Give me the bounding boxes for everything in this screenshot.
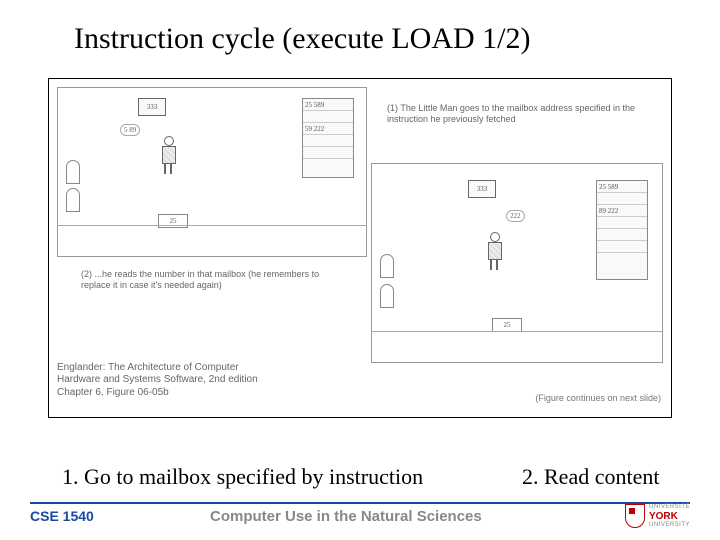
calculator-display: 333 [138,98,166,116]
mailbox-slot [303,135,353,147]
figure-citation: Englander: The Architecture of Computer … [57,362,258,400]
figure-continues-note: (Figure continues on next slide) [535,393,661,403]
mailbox-wall: 25 589 89 222 [596,180,648,280]
panel-step-2: 333 222 25 589 89 222 25 [371,163,663,363]
mailbox-slot: 59 222 [303,123,353,135]
slide-title: Instruction cycle (execute LOAD 1/2) [74,22,531,56]
door-icon [66,188,80,212]
annotation-text: The Little Man goes to the mailbox addre… [387,103,635,124]
annotation-number: (2) [81,269,92,279]
step-2-annotation: (2) ...he reads the number in that mailb… [81,269,331,291]
mailbox-slot [597,193,647,205]
mailbox-slot [597,217,647,229]
caption-step-2: 2. Read content [522,464,659,490]
citation-line: Chapter 6, Figure 06-05b [57,387,258,400]
course-title: Computer Use in the Natural Sciences [210,508,482,525]
mailbox-slot: 25 589 [303,99,353,111]
mailbox-slot: 25 589 [597,181,647,193]
york-logo-text: UNIVERSITÉ YORK UNIVERSITY [649,504,690,528]
mailbox-slot [597,229,647,241]
mailbox-slot: 89 222 [597,205,647,217]
figure-area: 333 5 89 25 589 59 222 25 (1) The Little… [48,78,672,418]
step-1-annotation: (1) The Little Man goes to the mailbox a… [387,103,647,125]
door-icon [380,254,394,278]
slide-footer: CSE 1540 Computer Use in the Natural Sci… [0,502,720,540]
door-icon [380,284,394,308]
mailbox-wall: 25 589 59 222 [302,98,354,178]
annotation-text: ...he reads the number in that mailbox (… [81,269,319,290]
york-shield-icon [625,504,645,528]
floor-line [58,225,366,226]
logo-university: UNIVERSITY [649,522,690,529]
annotation-number: (1) [387,103,398,113]
floor-line [372,331,662,332]
little-man-icon [156,136,182,176]
location-counter: 25 [492,318,522,332]
mailbox-slot [303,147,353,159]
york-logo: UNIVERSITÉ YORK UNIVERSITY [625,504,690,528]
logo-universite: UNIVERSITÉ [649,504,690,511]
speech-bubble: 222 [506,210,525,222]
caption-step-1: 1. Go to mailbox specified by instructio… [62,464,423,490]
speech-bubble: 5 89 [120,124,140,136]
mailbox-slot [303,111,353,123]
citation-line: Englander: The Architecture of Computer [57,362,258,375]
course-code: CSE 1540 [30,508,94,524]
calculator-display: 333 [468,180,496,198]
footer-divider [30,502,690,504]
door-icon [66,160,80,184]
panel-step-1: 333 5 89 25 589 59 222 25 [57,87,367,257]
citation-line: Hardware and Systems Software, 2nd editi… [57,374,258,387]
little-man-icon [482,232,508,272]
mailbox-slot [597,241,647,253]
logo-york: YORK [649,511,690,522]
